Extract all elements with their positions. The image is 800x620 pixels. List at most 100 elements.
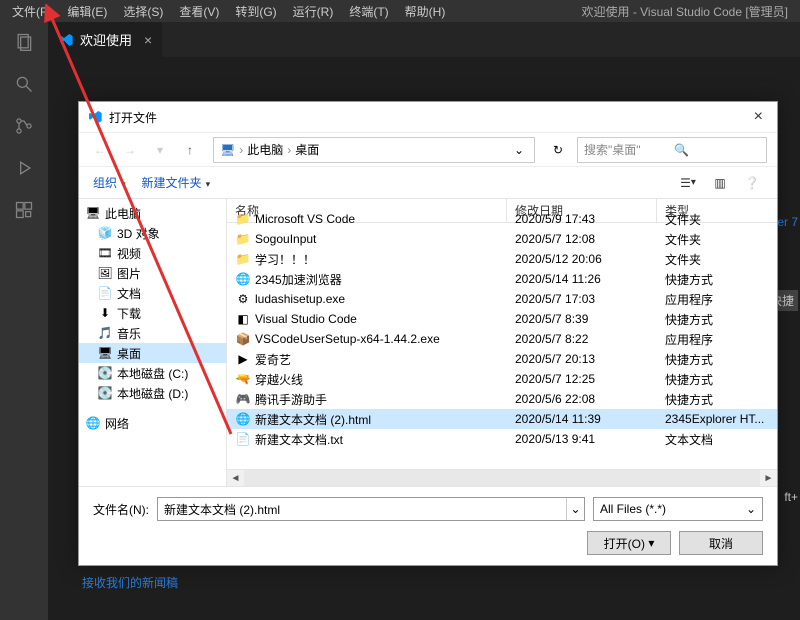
nav-forward-icon[interactable]: → [119,139,141,161]
side-text-3: ft+ [784,490,798,504]
cancel-button[interactable]: 取消 [679,531,763,555]
menu-help[interactable]: 帮助(H) [397,3,454,20]
crumb-root[interactable]: 此电脑 [247,141,283,158]
source-control-icon[interactable] [12,114,36,138]
file-date: 2020/5/12 20:06 [507,252,657,266]
file-type: 快捷方式 [657,271,777,288]
menu-select[interactable]: 选择(S) [115,3,171,20]
tree-label: 3D 对象 [117,225,160,242]
menu-file[interactable]: 文件(F) [4,3,59,20]
cube-icon: 🧊 [97,225,113,241]
file-name: 学习！！！ [255,251,507,268]
preview-pane-icon[interactable]: ▥ [709,172,731,194]
tree-node[interactable]: 🎞视频 [79,243,226,263]
organize-menu[interactable]: 组织 [93,174,126,191]
filename-input[interactable] [158,498,566,520]
debug-icon[interactable] [12,156,36,180]
tree-label: 本地磁盘 (D:) [117,385,188,402]
menu-terminal[interactable]: 终端(T) [341,3,396,20]
scroll-track[interactable] [244,470,760,487]
file-row[interactable]: ▶爱奇艺2020/5/7 20:13快捷方式 [227,349,777,369]
tree-label: 此电脑 [105,205,141,222]
txt-icon: 📄 [235,431,251,447]
nav-recent-icon[interactable]: ▾ [149,139,171,161]
explorer-icon[interactable] [12,30,36,54]
file-row[interactable]: 📁学习！！！2020/5/12 20:06文件夹 [227,249,777,269]
file-row[interactable]: 📄新建文本文档.txt2020/5/13 9:41文本文档 [227,429,777,449]
file-row[interactable]: 🌐2345加速浏览器2020/5/14 11:26快捷方式 [227,269,777,289]
tab-welcome[interactable]: 欢迎使用 × [48,22,162,57]
tab-close-icon[interactable]: × [144,32,152,48]
search-icon[interactable]: 🔍 [674,143,760,157]
open-button[interactable]: 打开(O) ▾ [587,531,671,555]
tree-node[interactable]: 🖼图片 [79,263,226,283]
dialog-close-icon[interactable]: × [748,108,769,126]
file-row[interactable]: 🎮腾讯手游助手2020/5/6 22:08快捷方式 [227,389,777,409]
tree-node[interactable]: ⬇下载 [79,303,226,323]
music-icon: 🎵 [97,325,113,341]
horizontal-scrollbar[interactable]: ◄ ► [227,469,777,486]
file-row[interactable]: 🌐新建文本文档 (2).html2020/5/14 11:392345Explo… [227,409,777,429]
search-activity-icon[interactable] [12,72,36,96]
view-mode-icon[interactable]: ☰▾ [677,172,699,194]
browser-icon: 🌐 [235,271,251,287]
footer-link[interactable]: 接收我们的新闻稿 [82,574,178,591]
tree-node[interactable]: 💽本地磁盘 (D:) [79,383,226,403]
refresh-icon[interactable]: ↻ [547,139,569,161]
menu-run[interactable]: 运行(R) [285,3,342,20]
vscode-icon [58,32,74,48]
tree-node[interactable]: 🌐网络 [79,413,226,433]
file-row[interactable]: 📁SogouInput2020/5/7 12:08文件夹 [227,229,777,249]
breadcrumb[interactable]: 🖥 › 此电脑 › 桌面 ⌄ [213,137,535,163]
video-icon: 🎞 [97,245,113,261]
down-icon: ⬇ [97,305,113,321]
window-title: 欢迎使用 - Visual Studio Code [管理员] [581,3,788,20]
file-row[interactable]: 📁Microsoft VS Code2020/5/9 17:43文件夹 [227,209,777,229]
nav-up-icon[interactable]: ↑ [179,139,201,161]
filetype-filter[interactable]: All Files (*.*)⌄ [593,497,763,521]
tree-node[interactable]: 🧊3D 对象 [79,223,226,243]
activity-bar [0,22,48,620]
file-row[interactable]: ⚙ludashisetup.exe2020/5/7 17:03应用程序 [227,289,777,309]
disk-icon: 💽 [97,365,113,381]
menu-goto[interactable]: 转到(G) [227,3,284,20]
tree-node[interactable]: 🖥此电脑 [79,203,226,223]
nav-back-icon[interactable]: ← [89,139,111,161]
disk-icon: 💽 [97,385,113,401]
file-row[interactable]: ◧Visual Studio Code2020/5/7 8:39快捷方式 [227,309,777,329]
filename-input-wrap: ⌄ [157,497,585,521]
scroll-right-icon[interactable]: ► [760,473,777,484]
file-date: 2020/5/6 22:08 [507,392,657,406]
file-row[interactable]: 🔫穿越火线2020/5/7 12:25快捷方式 [227,369,777,389]
filename-dropdown-icon[interactable]: ⌄ [566,498,584,520]
tree-node[interactable]: 🎵音乐 [79,323,226,343]
file-date: 2020/5/7 8:39 [507,312,657,326]
tree-label: 下载 [117,305,141,322]
tree-label: 网络 [105,415,129,432]
file-type: 快捷方式 [657,371,777,388]
file-type: 应用程序 [657,331,777,348]
file-row[interactable]: 📦VSCodeUserSetup-x64-1.44.2.exe2020/5/7 … [227,329,777,349]
file-date: 2020/5/7 12:08 [507,232,657,246]
file-name: 新建文本文档 (2).html [255,411,507,428]
file-name: ludashisetup.exe [255,292,507,306]
tree-node[interactable]: 💽本地磁盘 (C:) [79,363,226,383]
search-placeholder: 搜索"桌面" [584,141,670,158]
file-name: SogouInput [255,232,507,246]
tree-node[interactable]: 📄文档 [79,283,226,303]
crumb-dropdown-icon[interactable]: ⌄ [510,143,528,157]
crumb-child[interactable]: 桌面 [295,141,319,158]
dialog-title: 打开文件 [109,109,157,126]
scroll-left-icon[interactable]: ◄ [227,473,244,484]
newfolder-menu[interactable]: 新建文件夹 [142,174,211,191]
menu-edit[interactable]: 编辑(E) [59,3,115,20]
menu-view[interactable]: 查看(V) [171,3,227,20]
monitor-icon: 🖥 [85,205,101,221]
file-name: 腾讯手游助手 [255,391,507,408]
help-icon[interactable]: ❔ [741,172,763,194]
tree-node[interactable]: 🖥桌面 [79,343,226,363]
search-box[interactable]: 搜索"桌面" 🔍 [577,137,767,163]
tab-label: 欢迎使用 [80,30,132,49]
extensions-icon[interactable] [12,198,36,222]
menubar: 文件(F) 编辑(E) 选择(S) 查看(V) 转到(G) 运行(R) 终端(T… [0,0,800,22]
